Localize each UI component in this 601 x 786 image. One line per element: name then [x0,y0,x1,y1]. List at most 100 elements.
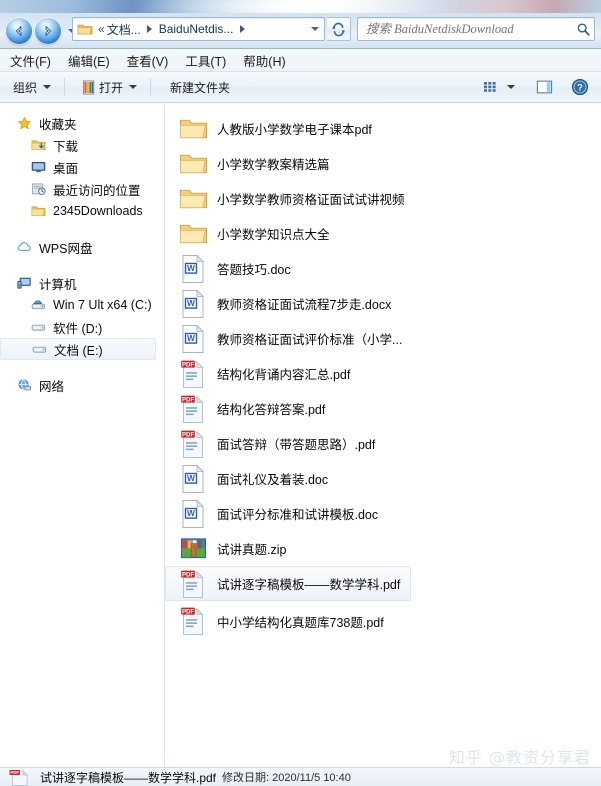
folder-icon [178,219,208,249]
svg-text:W: W [187,473,195,483]
back-button[interactable] [6,18,32,44]
sidebar-item-2345downloads[interactable]: 2345Downloads [0,200,164,222]
menu-edit[interactable]: 编辑(E) [68,49,119,72]
drive-icon [30,319,47,335]
list-item[interactable]: 小学数学知识点大全 [165,216,421,251]
breadcrumb-arrow-2[interactable] [235,25,249,33]
toolbar-separator [64,78,66,96]
sidebar-item-drive-e[interactable]: 文档 (E:) [0,338,156,360]
chevron-down-icon [507,85,515,89]
sidebar-item-desktop[interactable]: 桌面 [0,156,164,178]
list-item[interactable]: W 面试礼仪及着装.doc [165,461,421,496]
list-item[interactable]: PDF 面试答辩（带答题思路）.pdf [165,426,421,461]
folder-icon [30,203,47,219]
search-input[interactable] [358,21,572,37]
sidebar-group-network[interactable]: 网络 [0,374,164,396]
sidebar-group-wps-cloud[interactable]: WPS网盘 [0,236,164,258]
refresh-button[interactable] [327,17,351,41]
desktop-wallpaper-strip [0,0,601,13]
help-button[interactable]: ? [567,76,593,99]
preview-pane-icon [536,80,552,94]
zip-archive-icon [178,534,208,564]
list-item[interactable]: PDF 结构化背诵内容汇总.pdf [165,356,421,391]
sidebar-group-label: WPS网盘 [39,241,93,256]
list-item[interactable]: 试讲真题.zip [165,531,421,566]
folder-icon [178,184,208,214]
menu-tools[interactable]: 工具(T) [185,49,235,72]
pdf-document-icon: PDF [178,606,208,636]
list-item[interactable]: W 教师资格证面试评价标准（小学... [165,321,421,356]
sidebar-item-downloads[interactable]: 下载 [0,134,164,156]
preview-pane-button[interactable] [531,76,557,99]
address-bar[interactable]: « 文档... BaiduNetdis... [72,17,325,41]
view-options-button[interactable] [503,76,519,99]
sidebar-group-computer[interactable]: 计算机 [0,272,164,294]
address-overflow-chevrons[interactable]: « [98,23,105,35]
svg-text:PDF: PDF [10,770,19,775]
word-document-icon: W [178,498,208,529]
toolbar-separator [150,78,152,96]
sidebar-item-label: 桌面 [53,161,79,176]
menu-help[interactable]: 帮助(H) [243,49,294,72]
sidebar-item-label: 软件 (D:) [53,321,103,336]
list-item[interactable]: 小学数学教案精选篇 [165,146,421,181]
chevron-down-icon [129,85,138,89]
chevron-down-icon [311,27,319,31]
list-item[interactable]: PDF 中小学结构化真题库738题.pdf [165,604,421,639]
forward-button[interactable] [35,18,61,44]
list-item[interactable]: W 教师资格证面试流程7步走.docx [165,286,421,321]
status-modified-date: 修改日期: 2020/11/5 10:40 [222,772,351,784]
pdf-document-icon: PDF [178,359,208,389]
pdf-document-icon: PDF [178,569,208,599]
list-item-selected[interactable]: PDF 试讲逐字稿模板——数学学科.pdf [165,566,412,601]
word-document-icon: W [178,288,208,319]
address-history-button[interactable] [306,27,324,31]
list-item[interactable]: 人教版小学数学电子课本pdf [165,111,421,146]
view-grid-icon [484,82,496,92]
svg-text:W: W [187,508,195,518]
svg-text:PDF: PDF [182,609,194,615]
open-button[interactable]: 打开 [75,76,144,99]
downloads-icon [30,137,47,153]
svg-text:?: ? [577,83,583,94]
file-name: 小学数学教师资格证面试试讲视频 [217,193,405,207]
breadcrumb-item-baidunetdisk[interactable]: BaiduNetdis... [157,20,236,38]
list-item[interactable]: W 答题技巧.doc [165,251,421,286]
new-folder-label: 新建文件夹 [170,80,231,95]
new-folder-button[interactable]: 新建文件夹 [161,76,237,99]
menu-file[interactable]: 文件(F) [10,49,60,72]
folder-icon [178,114,208,144]
organize-button[interactable]: 组织 [4,76,58,99]
menu-view[interactable]: 查看(V) [127,49,178,72]
breadcrumb-item-documents[interactable]: 文档... [105,19,143,40]
file-name: 结构化答辩答案.pdf [217,403,326,417]
sidebar-group-favorites[interactable]: 收藏夹 [0,112,164,134]
file-list[interactable]: 人教版小学数学电子课本pdf 小学数学教案精选篇 小学数学教师资格证面试试讲视频… [165,103,601,767]
list-item[interactable]: PDF 结构化答辩答案.pdf [165,391,421,426]
breadcrumb-arrow-1[interactable] [143,25,157,33]
sidebar-group-label: 收藏夹 [39,117,77,132]
file-name: 人教版小学数学电子课本pdf [217,123,372,137]
word-document-icon: W [178,253,208,284]
file-name: 答题技巧.doc [217,263,291,277]
sidebar-item-drive-d[interactable]: 软件 (D:) [0,316,164,338]
sidebar-item-drive-c[interactable]: Win 7 Ult x64 (C:) [0,294,164,316]
file-name: 小学数学知识点大全 [217,228,330,242]
organize-label: 组织 [13,80,38,95]
recent-places-icon [30,181,47,197]
file-name: 教师资格证面试流程7步走.docx [217,298,392,312]
navigation-buttons [4,16,78,46]
navigation-pane: 收藏夹 下载 桌面 最近访问的位置 2345Downloads WPS网盘 计算… [0,103,165,767]
pdf-document-icon: PDF [178,394,208,424]
sidebar-item-recent-places[interactable]: 最近访问的位置 [0,178,164,200]
drive-icon [31,341,48,357]
search-box[interactable] [357,17,595,41]
svg-text:W: W [187,263,195,273]
list-item[interactable]: W 面试评分标准和试讲模板.doc [165,496,421,531]
change-view-button[interactable] [477,76,503,99]
sidebar-item-label: 最近访问的位置 [53,183,141,198]
search-button[interactable] [572,22,594,37]
list-item[interactable]: 小学数学教师资格证面试试讲视频 [165,181,421,216]
